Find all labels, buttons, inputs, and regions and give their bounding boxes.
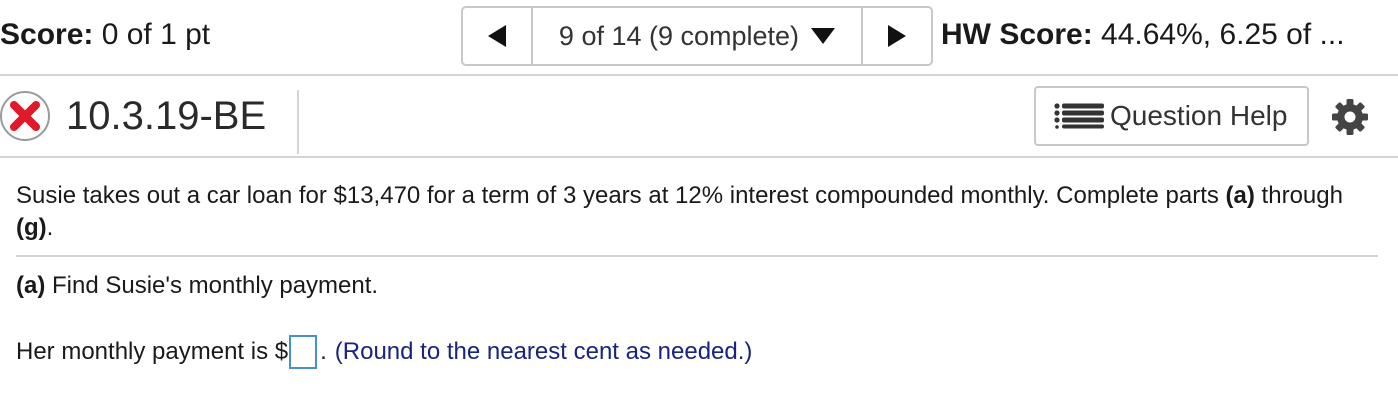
list-icon (1054, 103, 1104, 129)
question-header: 10.3.19-BE Question Help (0, 76, 1398, 156)
dropdown-caret-icon (811, 28, 836, 44)
left-arrow-icon (488, 25, 506, 47)
hw-score-value: 44.64%, 6.25 of ... (1101, 18, 1345, 51)
divider (0, 156, 1398, 158)
part-a-prompt: (a) Find Susie's monthly payment. (16, 272, 378, 300)
incorrect-x-icon (0, 91, 50, 141)
answer-prefix: Her monthly payment is $ (16, 338, 289, 365)
score-display: Score: 0 of 1 pt (0, 18, 210, 52)
problem-text-through: through (1254, 182, 1343, 209)
answer-row: Her monthly payment is $ . (Round to the… (16, 335, 752, 369)
question-navigator: 9 of 14 (9 complete) (461, 6, 933, 66)
question-help-label: Question Help (1110, 100, 1288, 131)
answer-suffix: . (320, 338, 327, 365)
gear-icon[interactable] (1331, 98, 1369, 136)
problem-text-end: . (46, 214, 54, 241)
header-divider (297, 90, 299, 154)
rounding-hint: (Round to the nearest cent as needed.) (334, 338, 753, 365)
score-label: Score: (0, 18, 94, 51)
part-ref-g: (g) (16, 214, 47, 241)
part-ref-a: (a) (1225, 182, 1255, 209)
monthly-payment-input[interactable] (289, 335, 318, 369)
part-a-text: Find Susie's monthly payment. (45, 272, 379, 299)
score-value: 0 of 1 pt (101, 18, 211, 51)
question-select-dropdown[interactable]: 9 of 14 (9 complete) (531, 8, 863, 64)
part-a-label: (a) (16, 272, 46, 299)
top-bar: Score: 0 of 1 pt 9 of 14 (9 complete) HW… (0, 0, 1398, 74)
hw-score-label: HW Score: (941, 18, 1093, 51)
right-arrow-icon (888, 25, 906, 47)
divider (16, 255, 1378, 257)
next-question-button[interactable] (863, 8, 931, 64)
previous-question-button[interactable] (463, 8, 531, 64)
problem-statement: Susie takes out a car loan for $13,470 f… (16, 180, 1386, 244)
question-id: 10.3.19-BE (66, 94, 267, 138)
question-help-button[interactable]: Question Help (1034, 86, 1309, 146)
problem-text: Susie takes out a car loan for $13,470 f… (16, 182, 1226, 209)
hw-score-display: HW Score: 44.64%, 6.25 of ... (941, 18, 1345, 52)
question-progress: 9 of 14 (9 complete) (558, 20, 800, 51)
